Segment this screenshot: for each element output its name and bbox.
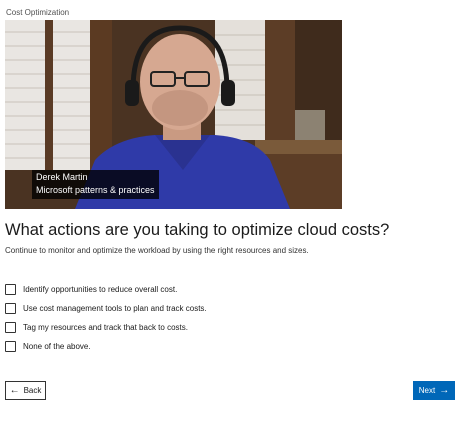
video-player[interactable]: Derek Martin Microsoft patterns & practi… [5,20,342,209]
next-label: Next [418,386,436,395]
speaker-organization: Microsoft patterns & practices [36,185,155,195]
option-label: Tag my resources and track that back to … [23,323,188,332]
breadcrumb: Cost Optimization [6,8,70,17]
checkbox[interactable] [5,322,16,333]
option-reduce-cost[interactable]: Identify opportunities to reduce overall… [5,280,207,299]
checkbox[interactable] [5,284,16,295]
option-tag-resources[interactable]: Tag my resources and track that back to … [5,318,207,337]
checkbox[interactable] [5,303,16,314]
arrow-right-icon: → [439,384,450,396]
question-title: What actions are you taking to optimize … [5,221,390,239]
option-label: Identify opportunities to reduce overall… [23,285,178,294]
option-label: None of the above. [23,342,91,351]
back-button[interactable]: ← Back [5,381,46,400]
option-cost-management-tools[interactable]: Use cost management tools to plan and tr… [5,299,207,318]
checkbox[interactable] [5,341,16,352]
option-label: Use cost management tools to plan and tr… [23,304,207,313]
arrow-left-icon: ← [9,384,20,396]
next-button[interactable]: Next → [413,381,455,400]
answer-options: Identify opportunities to reduce overall… [5,280,207,356]
option-none[interactable]: None of the above. [5,337,207,356]
back-label: Back [23,386,42,395]
video-caption: Derek Martin Microsoft patterns & practi… [32,170,159,199]
question-subtitle: Continue to monitor and optimize the wor… [5,246,309,255]
speaker-name: Derek Martin [36,172,88,182]
